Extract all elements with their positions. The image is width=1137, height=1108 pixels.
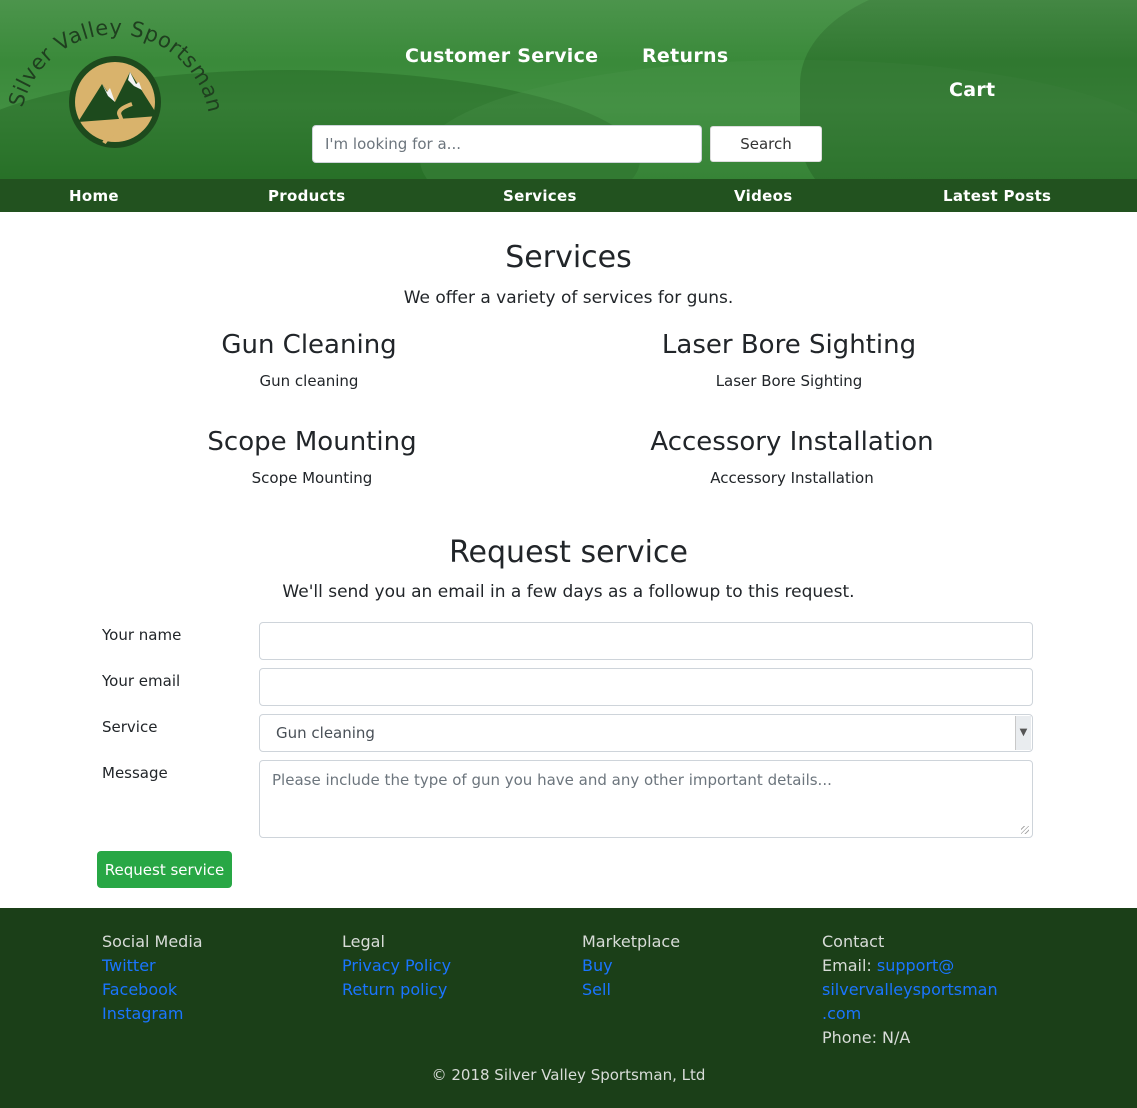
returns-link[interactable]: Returns [642,45,728,67]
service-description: Laser Bore Sighting [715,372,863,390]
search-input[interactable] [312,125,702,163]
service-title: Accessory Installation [650,427,934,457]
footer-legal-column: Legal Privacy Policy Return policy [342,930,542,1002]
twitter-link[interactable]: Twitter [102,954,302,978]
sell-link[interactable]: Sell [582,978,782,1002]
footer-heading: Social Media [102,932,203,951]
nav-item-products[interactable]: Products [268,187,346,205]
support-email-link[interactable]: silvervalleysportsman [822,978,1022,1002]
footer-marketplace-column: Marketplace Buy Sell [582,930,782,1002]
instagram-link[interactable]: Instagram [102,1002,302,1026]
support-email-link[interactable]: .com [822,1002,1022,1026]
nav-item-services[interactable]: Services [503,187,577,205]
buy-link[interactable]: Buy [582,954,782,978]
request-service-button[interactable]: Request service [97,851,232,888]
name-field[interactable] [259,622,1033,660]
cart-link[interactable]: Cart [949,79,995,101]
service-description: Accessory Installation [710,469,874,487]
service-description: Gun cleaning [259,372,359,390]
service-title: Scope Mounting [207,427,417,457]
copyright: © 2018 Silver Valley Sportsman, Ltd [431,1066,706,1084]
service-card: Scope Mounting Scope Mounting [72,427,552,487]
site-logo[interactable]: Silver Valley Sportsman [4,10,227,155]
service-label: Service [102,718,158,736]
email-label: Email: [822,956,872,975]
nav-item-latest-posts[interactable]: Latest Posts [943,187,1051,205]
contact-phone: Phone: N/A [822,1028,911,1047]
service-select-value: Gun cleaning [276,724,375,742]
nav-item-home[interactable]: Home [69,187,119,205]
email-field[interactable] [259,668,1033,706]
customer-service-link[interactable]: Customer Service [405,45,598,67]
footer-social-column: Social Media Twitter Facebook Instagram [102,930,302,1026]
nav-item-videos[interactable]: Videos [734,187,792,205]
service-description: Scope Mounting [251,469,373,487]
message-label: Message [102,764,168,782]
name-label: Your name [102,626,182,644]
services-subtitle: We offer a variety of services for guns. [403,288,734,308]
service-title: Laser Bore Sighting [661,330,917,360]
header-banner: Silver Valley Sportsman Customer Service… [0,0,1137,179]
service-select[interactable]: Gun cleaning ▼ [259,714,1033,752]
contact-email-row: Email: support@ [822,954,1022,978]
privacy-policy-link[interactable]: Privacy Policy [342,954,542,978]
search-button[interactable]: Search [710,126,822,162]
service-card: Laser Bore Sighting Laser Bore Sighting [549,330,1029,390]
email-label: Your email [102,672,181,690]
footer: Social Media Twitter Facebook Instagram … [0,908,1137,1108]
service-card: Accessory Installation Accessory Install… [552,427,1032,487]
mountain-logo-icon: Silver Valley Sportsman [4,15,227,148]
service-title: Gun Cleaning [221,330,397,360]
request-title: Request service [449,535,688,570]
message-textarea[interactable]: Please include the type of gun you have … [259,760,1033,838]
footer-heading: Marketplace [582,932,681,951]
return-policy-link[interactable]: Return policy [342,978,542,1002]
message-placeholder: Please include the type of gun you have … [272,771,832,789]
chevron-down-icon[interactable]: ▼ [1015,716,1031,750]
footer-heading: Contact [822,932,885,951]
main-nav: Home Products Services Videos Latest Pos… [0,179,1137,212]
request-subtitle: We'll send you an email in a few days as… [282,582,855,602]
resize-handle-icon[interactable] [1021,826,1029,834]
footer-contact-column: Contact Email: support@ silvervalleyspor… [822,930,1022,1050]
service-card: Gun Cleaning Gun cleaning [69,330,549,390]
footer-heading: Legal [342,932,385,951]
facebook-link[interactable]: Facebook [102,978,302,1002]
services-title: Services [505,240,632,275]
support-email-link[interactable]: support@ [877,956,954,975]
